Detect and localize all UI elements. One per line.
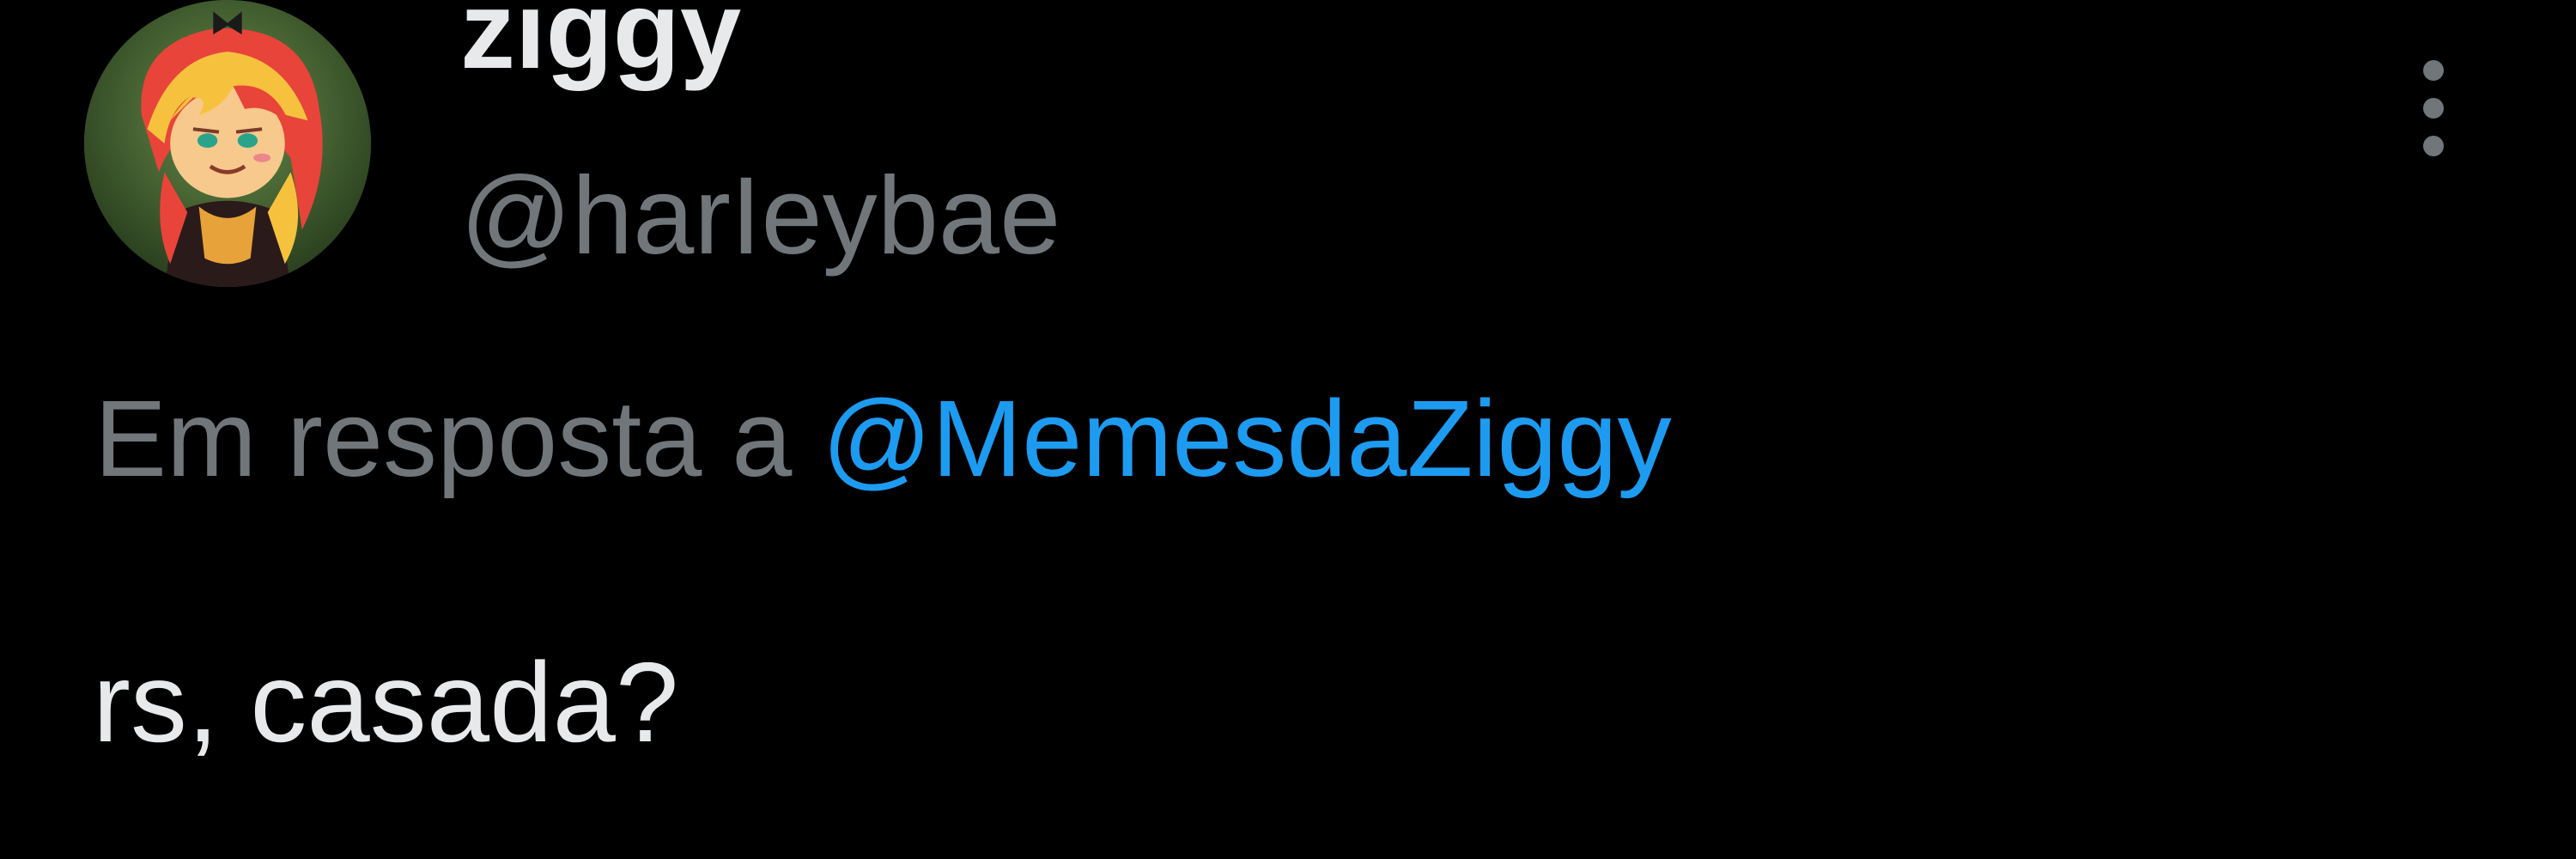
- tweet-text: rs, casada?: [93, 639, 679, 765]
- reply-mention-link[interactable]: @MemesdaZiggy: [822, 378, 1671, 499]
- display-name[interactable]: ziggy: [460, 0, 741, 86]
- more-options-button[interactable]: [2404, 60, 2464, 163]
- avatar[interactable]: [84, 0, 371, 287]
- user-handle[interactable]: @harIeybae: [460, 161, 1060, 271]
- reply-context: Em resposta a @MemesdaZiggy: [94, 385, 1672, 493]
- tweet: ziggy @harIeybae Em resposta a @MemesdaZ…: [0, 0, 2576, 859]
- avatar-image: [84, 0, 371, 287]
- reply-prefix: Em resposta a: [94, 378, 793, 499]
